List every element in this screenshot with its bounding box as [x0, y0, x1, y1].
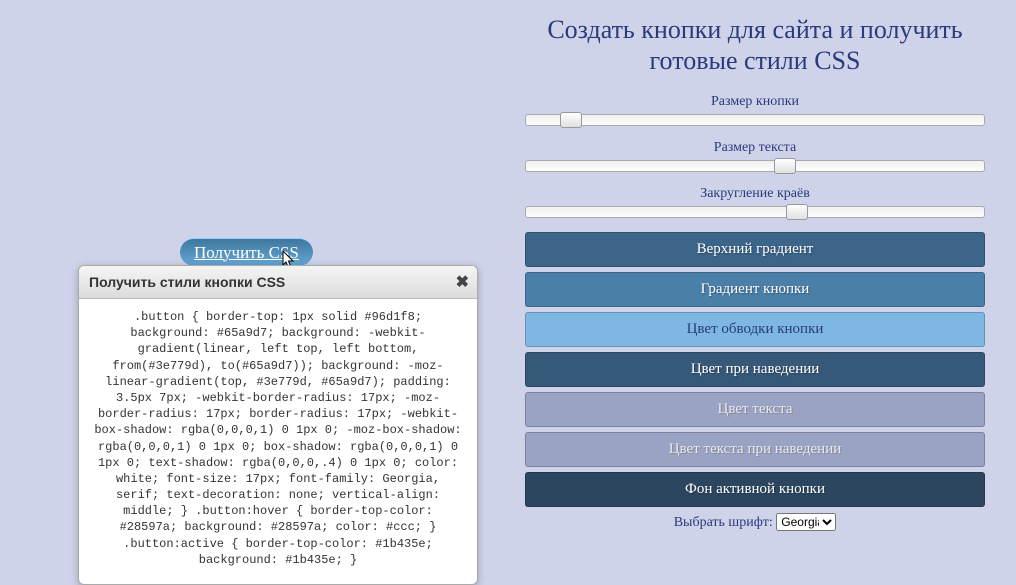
font-row: Выбрать шрифт: Georgia: [495, 513, 1015, 531]
active-bg-button[interactable]: Фон активной кнопки: [525, 472, 985, 507]
top-gradient-button[interactable]: Верхний градиент: [525, 232, 985, 267]
font-label: Выбрать шрифт:: [674, 515, 773, 530]
slider-label: Закругление краёв: [495, 186, 1015, 202]
slider-text-size: Размер текста: [495, 140, 1015, 172]
slider-button-size: Размер кнопки: [495, 94, 1015, 126]
slider-thumb[interactable]: [774, 158, 796, 174]
css-output[interactable]: .button { border-top: 1px solid #96d1f8;…: [79, 299, 477, 584]
preview-button[interactable]: Получить CSS: [180, 238, 313, 266]
close-icon[interactable]: ✖: [456, 272, 469, 292]
slider-track[interactable]: [525, 206, 985, 218]
font-select[interactable]: Georgia: [776, 513, 836, 531]
button-gradient-button[interactable]: Градиент кнопки: [525, 272, 985, 307]
css-dialog-header[interactable]: Получить стили кнопки CSS ✖: [79, 266, 477, 299]
slider-thumb[interactable]: [786, 204, 808, 220]
slider-track[interactable]: [525, 114, 985, 126]
slider-label: Размер кнопки: [495, 94, 1015, 110]
slider-label: Размер текста: [495, 140, 1015, 156]
border-color-button[interactable]: Цвет обводки кнопки: [525, 312, 985, 347]
preview-panel: Получить CSS Получить стили кнопки CSS ✖…: [0, 0, 490, 531]
css-dialog: Получить стили кнопки CSS ✖ .button { bo…: [78, 265, 478, 585]
hover-text-button[interactable]: Цвет текста при наведении: [525, 432, 985, 467]
text-color-button[interactable]: Цвет текста: [525, 392, 985, 427]
slider-track[interactable]: [525, 160, 985, 172]
css-dialog-title: Получить стили кнопки CSS: [89, 274, 285, 290]
slider-border-radius: Закругление краёв: [495, 186, 1015, 218]
controls-panel: Создать кнопки для сайта и получить гото…: [495, 0, 1015, 531]
page-title: Создать кнопки для сайта и получить гото…: [495, 14, 1015, 76]
slider-thumb[interactable]: [560, 112, 582, 128]
hover-color-button[interactable]: Цвет при наведении: [525, 352, 985, 387]
